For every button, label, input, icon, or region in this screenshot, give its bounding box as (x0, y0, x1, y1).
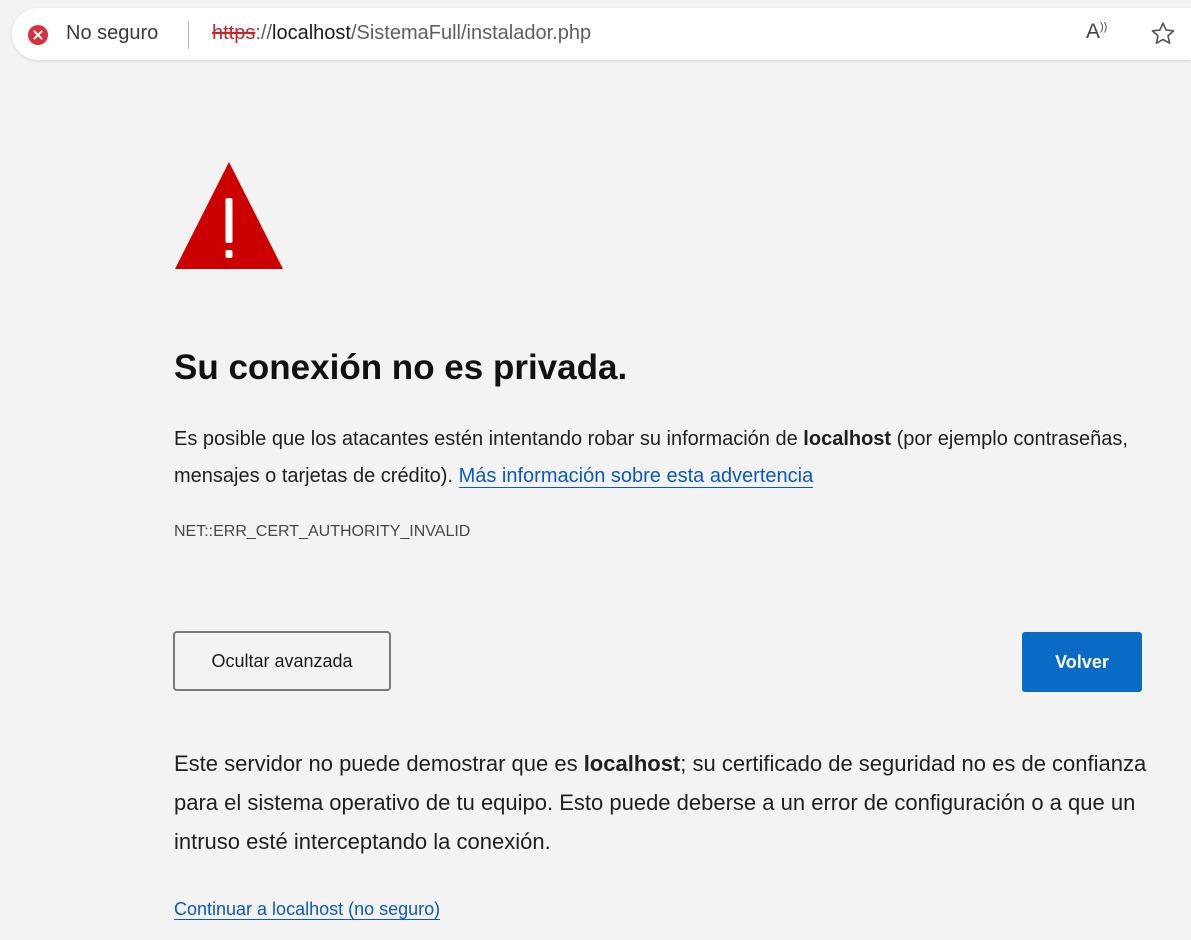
warning-triangle-icon (175, 162, 283, 269)
page-title: Su conexión no es privada. (174, 348, 628, 387)
url-path: /SistemaFull/instalador.php (350, 22, 592, 44)
security-status-label[interactable]: No seguro (66, 22, 158, 45)
url-text[interactable]: https://localhost/SistemaFull/instalador… (212, 22, 591, 45)
url-scheme-separator: :// (255, 22, 273, 44)
error-code: NET::ERR_CERT_AUTHORITY_INVALID (174, 523, 471, 540)
url-scheme: https (212, 22, 256, 44)
details-text-1: Este servidor no puede demostrar que es (174, 751, 584, 776)
browser-top-bar: No seguro https://localhost/SistemaFull/… (0, 0, 1191, 64)
learn-more-link[interactable]: Más información sobre esta advertencia (458, 465, 814, 488)
not-secure-icon[interactable] (28, 25, 48, 45)
hide-advanced-button[interactable]: Ocultar avanzada (173, 631, 391, 691)
address-separator (188, 21, 189, 49)
favorite-star-icon[interactable] (1149, 20, 1177, 48)
url-host: localhost (272, 22, 351, 44)
read-aloud-icon[interactable]: A)) (1086, 20, 1107, 44)
proceed-unsafe-link[interactable]: Continuar a localhost (no seguro) (174, 899, 441, 920)
proceed-unsafe-container: Continuar a localhost (no seguro) (174, 899, 441, 920)
details-host: localhost (583, 751, 681, 776)
warning-description: Es posible que los atacantes estén inten… (174, 421, 1134, 495)
desc-host: localhost (803, 428, 892, 450)
desc-text-1: Es posible que los atacantes estén inten… (174, 428, 804, 450)
read-aloud-glyph: A (1086, 20, 1101, 43)
back-button[interactable]: Volver (1022, 632, 1142, 692)
advanced-details: Este servidor no puede demostrar que es … (174, 744, 1154, 861)
